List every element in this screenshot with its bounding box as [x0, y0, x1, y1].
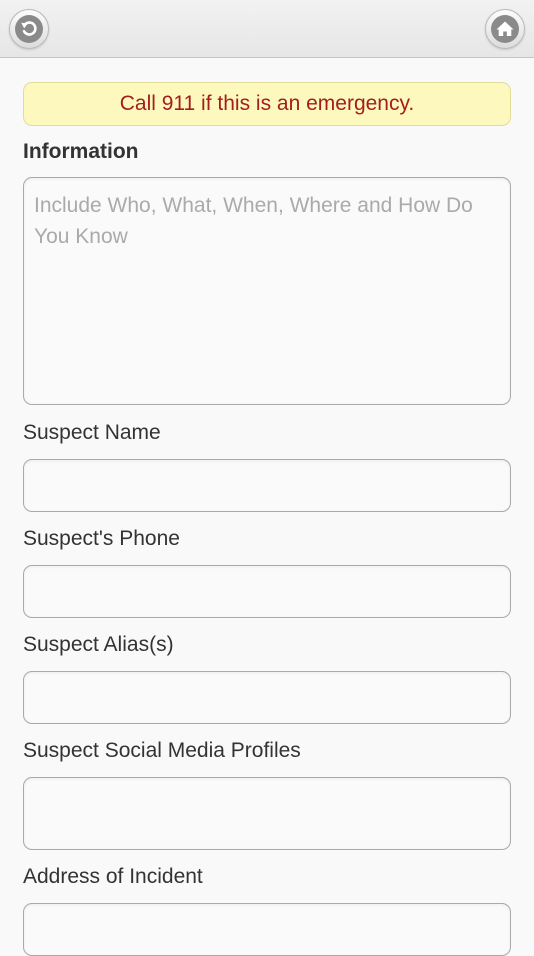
emergency-alert: Call 911 if this is an emergency.	[23, 82, 511, 126]
home-icon	[491, 15, 519, 43]
suspect-name-label: Suspect Name	[23, 421, 161, 444]
incident-address-input[interactable]	[23, 903, 511, 956]
information-label: Information	[23, 140, 139, 163]
report-form: Call 911 if this is an emergency. Inform…	[23, 82, 511, 956]
incident-address-label: Address of Incident	[23, 865, 203, 888]
emergency-alert-text: Call 911 if this is an emergency.	[119, 92, 415, 115]
information-textarea[interactable]	[23, 177, 511, 405]
home-button[interactable]	[485, 9, 525, 49]
suspect-phone-label: Suspect's Phone	[23, 527, 180, 550]
suspect-alias-input[interactable]	[23, 671, 511, 724]
top-toolbar	[0, 0, 534, 58]
suspect-alias-label: Suspect Alias(s)	[23, 633, 174, 656]
suspect-social-input[interactable]	[23, 777, 511, 850]
back-button[interactable]	[9, 9, 49, 49]
back-arrow-icon	[15, 15, 43, 43]
suspect-name-input[interactable]	[23, 459, 511, 512]
suspect-social-label: Suspect Social Media Profiles	[23, 739, 301, 762]
suspect-phone-input[interactable]	[23, 565, 511, 618]
